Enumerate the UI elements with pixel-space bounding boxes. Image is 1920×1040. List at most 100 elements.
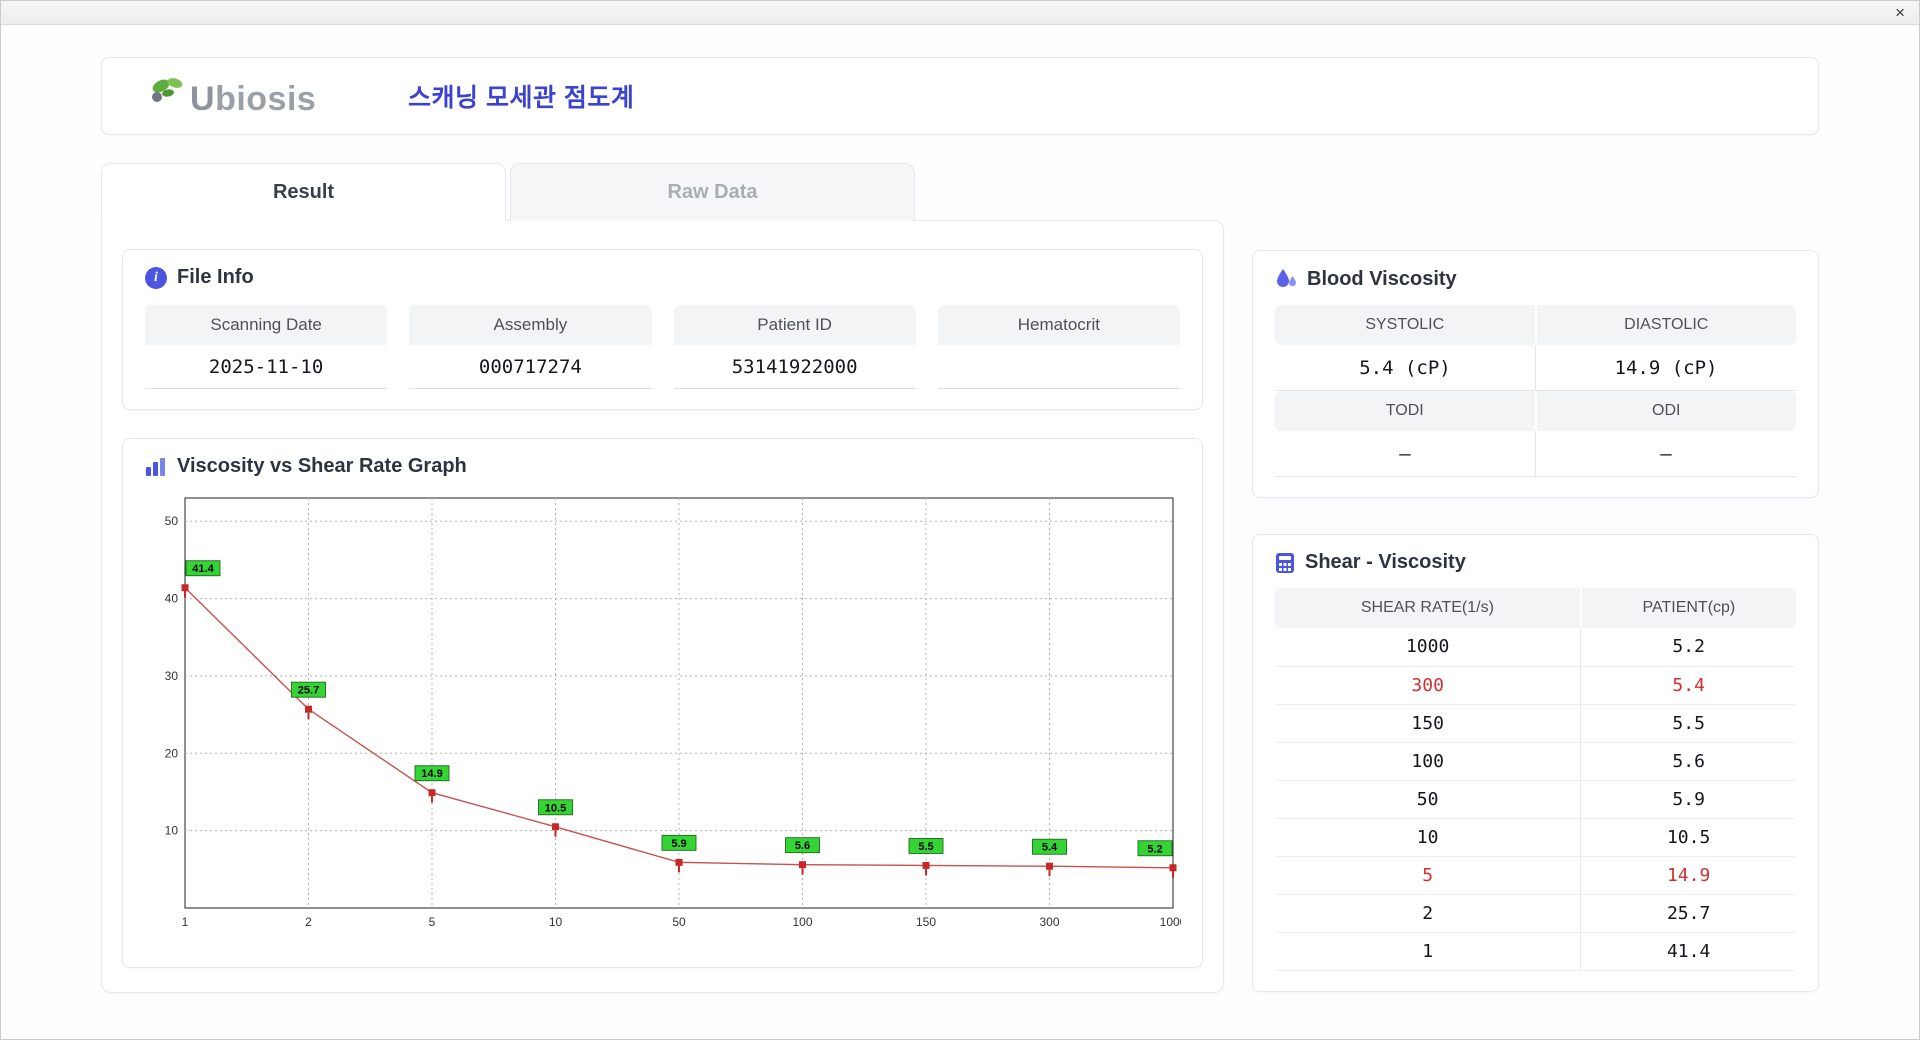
svg-text:25.7: 25.7 xyxy=(298,685,319,697)
blood-viscosity-cell: – xyxy=(1536,431,1796,477)
blood-viscosity-row: – – xyxy=(1275,431,1796,477)
svg-text:41.4: 41.4 xyxy=(192,563,214,575)
patient-viscosity-cell: 10.5 xyxy=(1580,818,1796,857)
close-icon[interactable]: × xyxy=(1895,4,1905,21)
header-card: Ubiosis 스캐닝 모세관 점도계 xyxy=(101,57,1819,135)
blood-viscosity-cell: ODI xyxy=(1536,391,1796,431)
patient-viscosity-cell: 5.2 xyxy=(1580,628,1796,667)
patient-viscosity-cell: 5.9 xyxy=(1580,780,1796,819)
shear-viscosity-card: Shear - Viscosity SHEAR RATE(1/s) PATIENT… xyxy=(1252,534,1819,992)
table-column-header: PATIENT(cp) xyxy=(1580,588,1796,628)
shear-viscosity-header: Shear - Viscosity xyxy=(1275,551,1796,574)
calculator-icon xyxy=(1276,552,1294,573)
file-info-field: Hematocrit xyxy=(937,305,1180,389)
app-window: × Ubiosis 스캐닝 모세관 점도계 Result Raw Data i … xyxy=(0,0,1920,1040)
shear-rate-cell: 1 xyxy=(1275,932,1582,971)
svg-text:10: 10 xyxy=(549,915,563,929)
svg-text:5.2: 5.2 xyxy=(1147,843,1162,855)
svg-text:50: 50 xyxy=(672,915,686,929)
svg-text:5.9: 5.9 xyxy=(671,838,686,850)
file-info-card: i File Info Scanning Date 2025-11-10 Ass… xyxy=(122,249,1203,410)
blood-viscosity-title: Blood Viscosity xyxy=(1307,267,1457,290)
title-bar: × xyxy=(1,1,1919,25)
patient-viscosity-cell: 5.6 xyxy=(1580,742,1796,781)
svg-text:2: 2 xyxy=(305,915,312,929)
shear-rate-cell: 50 xyxy=(1275,780,1582,819)
table-row: 1 41.4 xyxy=(1275,932,1796,971)
field-label: Patient ID xyxy=(673,305,916,345)
shear-rate-cell: 1000 xyxy=(1275,628,1582,667)
file-info-fields: Scanning Date 2025-11-10 Assembly 000717… xyxy=(145,305,1180,389)
shear-viscosity-title: Shear - Viscosity xyxy=(1305,551,1466,573)
table-header-row: SHEAR RATE(1/s) PATIENT(cp) xyxy=(1275,588,1796,628)
svg-text:5.5: 5.5 xyxy=(918,841,933,853)
table-row: 100 5.6 xyxy=(1275,742,1796,781)
patient-viscosity-cell: 5.5 xyxy=(1580,704,1796,743)
right-column: Blood Viscosity SYSTOLIC DIASTOLIC 5.4 (cP… xyxy=(1252,250,1819,993)
blood-viscosity-row: TODI ODI xyxy=(1275,391,1796,431)
patient-viscosity-cell: 5.4 xyxy=(1580,666,1796,705)
file-info-field: Scanning Date 2025-11-10 xyxy=(145,305,388,389)
svg-text:100: 100 xyxy=(792,915,812,929)
blood-viscosity-row: SYSTOLIC DIASTOLIC xyxy=(1275,305,1796,345)
graph-title: Viscosity vs Shear Rate Graph xyxy=(177,455,467,477)
table-row: 5 14.9 xyxy=(1275,856,1796,895)
svg-text:1000: 1000 xyxy=(1160,915,1181,929)
blood-viscosity-cell: SYSTOLIC xyxy=(1275,305,1537,345)
patient-viscosity-cell: 25.7 xyxy=(1580,894,1796,933)
logo-leaves-icon xyxy=(152,78,183,102)
table-row: 300 5.4 xyxy=(1275,666,1796,705)
file-info-field: Patient ID 53141922000 xyxy=(673,305,916,389)
field-value: 000717274 xyxy=(409,345,652,389)
table-row: 10 10.5 xyxy=(1275,818,1796,857)
result-tab-panel: i File Info Scanning Date 2025-11-10 Ass… xyxy=(101,220,1224,993)
tab-result[interactable]: Result xyxy=(101,163,506,221)
field-label: Hematocrit xyxy=(937,305,1180,345)
shear-rate-cell: 300 xyxy=(1275,666,1582,705)
blood-viscosity-card: Blood Viscosity SYSTOLIC DIASTOLIC 5.4 (cP… xyxy=(1252,250,1819,498)
main-content: Ubiosis 스캐닝 모세관 점도계 Result Raw Data i Fi… xyxy=(1,25,1919,993)
info-icon: i xyxy=(145,266,167,289)
tab-bar: Result Raw Data xyxy=(101,163,1224,221)
field-value xyxy=(937,345,1180,389)
svg-text:5.6: 5.6 xyxy=(795,840,810,852)
file-info-title: File Info xyxy=(177,266,254,288)
blood-viscosity-row: 5.4 (cP) 14.9 (cP) xyxy=(1275,345,1796,391)
table-row: 50 5.9 xyxy=(1275,780,1796,819)
blood-viscosity-cell: TODI xyxy=(1275,391,1537,431)
main-row: Result Raw Data i File Info Scanning Dat… xyxy=(101,163,1819,993)
app-logo: Ubiosis xyxy=(148,76,360,116)
shear-rate-cell: 150 xyxy=(1275,704,1582,743)
tab-raw-data[interactable]: Raw Data xyxy=(510,163,915,221)
logo-text: Ubiosis xyxy=(190,80,317,118)
blood-viscosity-cell: 14.9 (cP) xyxy=(1536,345,1796,391)
file-info-field: Assembly 000717274 xyxy=(409,305,652,389)
svg-text:10: 10 xyxy=(165,824,179,838)
svg-text:300: 300 xyxy=(1039,915,1059,929)
svg-text:5: 5 xyxy=(429,915,436,929)
file-info-header: i File Info xyxy=(145,266,1180,289)
shear-rate-cell: 2 xyxy=(1275,894,1582,933)
page-title: 스캐닝 모세관 점도계 xyxy=(408,84,635,112)
field-label: Assembly xyxy=(409,305,652,345)
chart-svg: 10 20 30 40 50 1 2 5 10 50 100 150 300 1000 41.4 25.7 14… xyxy=(165,497,1187,929)
left-column: Result Raw Data i File Info Scanning Dat… xyxy=(101,163,1224,993)
field-value: 53141922000 xyxy=(673,345,916,389)
blood-viscosity-cell: – xyxy=(1275,431,1536,477)
blood-viscosity-header: Blood Viscosity xyxy=(1275,267,1796,291)
svg-text:14.9: 14.9 xyxy=(421,768,442,780)
svg-text:20: 20 xyxy=(165,746,179,760)
blood-viscosity-grid: SYSTOLIC DIASTOLIC 5.4 (cP) 14.9 (cP) TODI OD… xyxy=(1275,305,1796,477)
shear-rate-cell: 10 xyxy=(1275,818,1582,857)
shear-rate-cell: 5 xyxy=(1275,856,1582,895)
svg-text:150: 150 xyxy=(916,915,936,929)
svg-text:40: 40 xyxy=(165,592,179,606)
blood-viscosity-cell: 5.4 (cP) xyxy=(1275,345,1536,391)
shear-viscosity-table: SHEAR RATE(1/s) PATIENT(cp) 1000 5.2 300 … xyxy=(1275,588,1796,971)
viscosity-chart: 10 20 30 40 50 1 2 5 10 50 100 150 300 1000 41.4 25.7 14… xyxy=(145,490,1187,947)
table-row: 1000 5.2 xyxy=(1275,628,1796,667)
svg-text:1: 1 xyxy=(182,915,189,929)
svg-text:30: 30 xyxy=(165,669,179,683)
table-row: 150 5.5 xyxy=(1275,704,1796,743)
table-column-header: SHEAR RATE(1/s) xyxy=(1275,588,1582,628)
